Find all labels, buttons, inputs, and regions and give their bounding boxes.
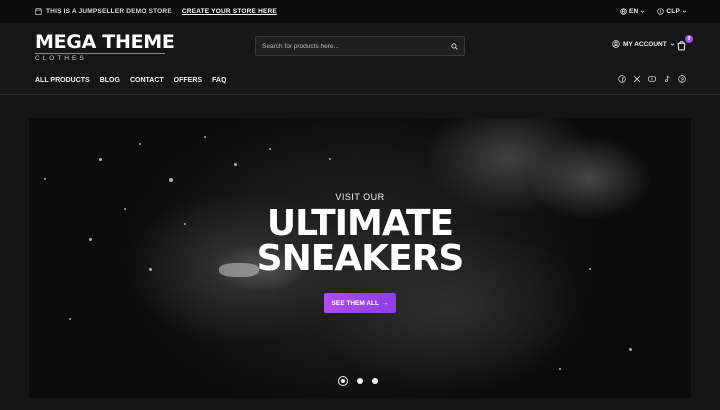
demo-notice: THIS IS A JUMPSELLER DEMO STORE xyxy=(35,8,172,15)
site-header: MEGA THEME CLOTHES MY ACCOUNT 0 ALL PROD… xyxy=(0,23,720,95)
search-input[interactable] xyxy=(262,42,451,50)
chevron-down-icon xyxy=(670,43,674,46)
globe-icon xyxy=(620,8,627,15)
see-them-all-label: SEE THEM ALL xyxy=(331,299,379,307)
slide-dot-2[interactable] xyxy=(357,378,363,384)
create-store-link[interactable]: CREATE YOUR STORE HERE xyxy=(182,8,277,15)
logo-subtitle: CLOTHES xyxy=(35,53,165,62)
nav-item-all-products[interactable]: ALL PRODUCTS xyxy=(35,77,90,84)
currency-selector[interactable]: CLP xyxy=(657,8,687,15)
chevron-down-icon xyxy=(682,10,687,13)
cart-count-badge: 0 xyxy=(685,35,693,43)
demo-notice-text: THIS IS A JUMPSELLER DEMO STORE xyxy=(46,8,172,15)
nav-item-faq[interactable]: FAQ xyxy=(212,77,226,84)
store-icon xyxy=(35,8,42,15)
my-account-menu[interactable]: MY ACCOUNT xyxy=(612,40,675,48)
see-them-all-button[interactable]: SEE THEM ALL → xyxy=(324,293,396,313)
nav-item-blog[interactable]: BLOG xyxy=(100,77,120,84)
my-account-label: MY ACCOUNT xyxy=(623,40,667,48)
coin-icon xyxy=(657,8,665,15)
facebook-icon[interactable] xyxy=(618,75,626,83)
social-links xyxy=(618,75,686,83)
nav-item-offers[interactable]: OFFERS xyxy=(174,77,202,84)
cart-button[interactable]: 0 xyxy=(676,35,693,52)
store-logo[interactable]: MEGA THEME CLOTHES xyxy=(35,32,175,62)
pinterest-icon[interactable] xyxy=(678,75,686,83)
tiktok-icon[interactable] xyxy=(663,75,671,83)
slide-dot-3[interactable] xyxy=(372,378,378,384)
user-icon xyxy=(612,40,620,48)
hero-headline-line1: ULTIMATE xyxy=(266,203,454,244)
language-value: EN xyxy=(628,8,639,15)
hero-banner[interactable]: VISIT OUR ULTIMATE SNEAKERS SEE THEM ALL… xyxy=(29,118,691,398)
search-box xyxy=(255,36,465,56)
language-selector[interactable]: EN xyxy=(620,8,645,15)
announcement-bar: THIS IS A JUMPSELLER DEMO STORE CREATE Y… xyxy=(0,0,720,23)
currency-value: CLP xyxy=(666,8,680,15)
logo-title: MEGA THEME xyxy=(35,31,175,53)
slide-dot-1[interactable] xyxy=(338,376,348,386)
main-navigation: ALL PRODUCTS BLOG CONTACT OFFERS FAQ xyxy=(35,77,226,84)
arrow-right-icon: → xyxy=(381,299,389,307)
youtube-icon[interactable] xyxy=(648,75,656,83)
chevron-down-icon xyxy=(641,10,645,13)
slider-pagination xyxy=(338,376,378,386)
hero-content: VISIT OUR ULTIMATE SNEAKERS SEE THEM ALL… xyxy=(29,118,691,398)
x-icon[interactable] xyxy=(633,75,641,83)
search-button[interactable] xyxy=(451,37,458,55)
hero-headline-line2: SNEAKERS xyxy=(256,238,465,279)
search-icon xyxy=(451,43,458,50)
hero-kicker: VISIT OUR xyxy=(335,192,385,202)
hero-headline: ULTIMATE SNEAKERS xyxy=(29,203,691,279)
nav-item-contact[interactable]: CONTACT xyxy=(130,77,164,84)
